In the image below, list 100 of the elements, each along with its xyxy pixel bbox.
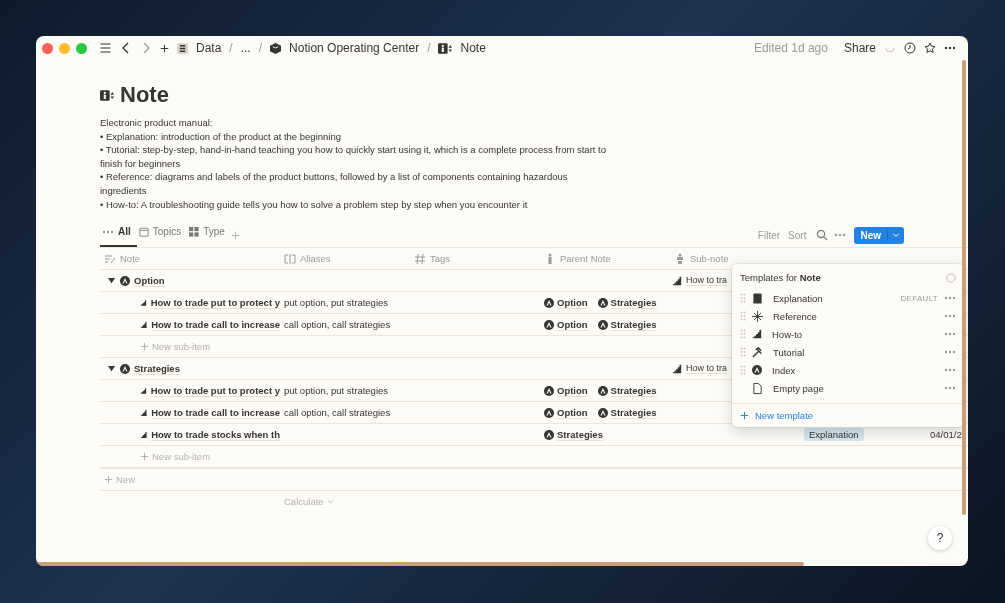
description-line: Electronic product manual: [100, 116, 214, 130]
parent-link[interactable]: Option [557, 406, 588, 419]
parent-link[interactable]: Strategies [610, 384, 657, 397]
page-title: Note [120, 82, 169, 108]
add-icon [160, 43, 169, 53]
template-item[interactable]: Reference [732, 307, 964, 325]
calendar-icon [138, 226, 149, 237]
stairs-icon [752, 329, 762, 339]
search-icon [816, 229, 829, 242]
hash-icon [414, 252, 426, 265]
parent-link[interactable]: Strategies [610, 296, 657, 309]
minimize-button[interactable] [59, 42, 70, 54]
aliases-cell: put option, put strategies [284, 297, 389, 309]
index-icon [544, 319, 554, 330]
more-icon [944, 350, 956, 354]
stairs-icon [140, 407, 148, 418]
note-title[interactable]: How to trade call to increase [151, 318, 280, 331]
note-title[interactable]: How to trade put to protect y [150, 296, 280, 309]
index-icon [120, 275, 130, 286]
edited-time: Edited 1d ago [753, 41, 828, 55]
new-template-button[interactable]: New template [740, 410, 814, 421]
plus-icon [140, 452, 149, 462]
chevron-down-icon [326, 498, 334, 506]
parent-link[interactable]: Option [557, 318, 588, 331]
date-cell: 04/01/2 [930, 429, 962, 441]
stairs-icon [140, 297, 147, 308]
index-icon [544, 429, 554, 440]
template-item[interactable]: Tutorial [732, 343, 964, 361]
index-icon [597, 297, 608, 308]
breadcrumb-item[interactable]: Note [460, 41, 486, 55]
breadcrumb-separator: / [258, 41, 263, 55]
sub-note-link[interactable]: How to tra [686, 275, 727, 287]
more-icon [944, 386, 956, 390]
index-icon [752, 365, 762, 375]
template-item[interactable]: Explanation DEFAULT [732, 289, 964, 307]
aliases-cell: call option, call strategies [284, 407, 391, 419]
note-title[interactable]: How to trade call to increase [151, 406, 280, 419]
stairs-icon [140, 429, 148, 440]
parent-link[interactable]: Strategies [557, 428, 603, 441]
parent-link[interactable]: Option [557, 296, 588, 309]
description-line: • Tutorial: step-by-step, hand-in-hand teaching you how to quickly start using it, which is a complete process from start to finish for beginners [100, 143, 607, 171]
chevron-down-icon [892, 231, 900, 240]
alias-icon [284, 252, 296, 265]
more-icon [944, 368, 956, 372]
note-title[interactable]: How to trade put to protect y [150, 384, 280, 397]
asterisk-icon [752, 310, 763, 322]
breadcrumb-item[interactable]: ... [240, 41, 251, 55]
group-title[interactable]: Strategies [134, 362, 180, 375]
description-line: • Reference: diagrams and labels of the product buttons, followed by a list of components containing hazardous ingredients [100, 170, 569, 198]
stairs-icon [672, 363, 682, 374]
toggle-button[interactable] [106, 363, 116, 374]
parent-link[interactable]: Option [557, 384, 588, 397]
index-icon [597, 319, 608, 330]
help-button[interactable]: ? [928, 526, 952, 550]
index-icon [597, 385, 608, 396]
template-item[interactable]: Index [732, 361, 964, 379]
star-icon [924, 42, 936, 54]
plus-icon [104, 475, 113, 485]
cube-icon [270, 42, 282, 54]
index-icon [597, 407, 608, 418]
parent-link[interactable]: Strategies [610, 318, 657, 331]
breadcrumb-item[interactable]: Data [196, 41, 222, 55]
breadcrumb-separator: / [427, 41, 431, 55]
toggle-button[interactable] [106, 275, 116, 286]
help-icon [946, 272, 956, 283]
breadcrumb-item[interactable]: Notion Operating Center [289, 41, 420, 55]
share-button[interactable]: Share [843, 41, 876, 55]
add-view-icon [230, 230, 240, 240]
note-icon [100, 89, 114, 101]
stairs-icon [140, 319, 148, 330]
description-line: • How-to: A troubleshooting guide tells you how to solve a problem step by step when you encounter it [100, 197, 529, 212]
sub-note-link[interactable]: How to tra [686, 363, 727, 375]
plus-icon [740, 411, 749, 420]
aliases-cell: put option, put strategies [284, 385, 389, 397]
template-item[interactable]: How-to [732, 325, 964, 343]
menu-title: Templates for Note [740, 272, 821, 283]
group-title[interactable]: Option [134, 274, 165, 287]
stairs-icon [672, 275, 682, 286]
new-button[interactable]: New [854, 229, 888, 241]
list-icon [177, 42, 188, 54]
view-tab[interactable]: All [100, 223, 137, 248]
zoom-button[interactable] [76, 42, 87, 54]
close-button[interactable] [42, 42, 53, 54]
page-icon [752, 382, 763, 394]
index-icon [544, 407, 554, 418]
note-title[interactable]: How to trade stocks when th [151, 428, 280, 441]
view-tab[interactable]: Type [187, 223, 231, 248]
plus-icon [140, 342, 149, 352]
more-icon [944, 332, 956, 336]
type-tag: Explanation [804, 428, 864, 442]
hammer-icon [752, 346, 763, 358]
index-icon [120, 363, 130, 374]
template-item[interactable]: Empty page [732, 379, 964, 397]
clock-icon [904, 42, 916, 54]
parent-link[interactable]: Strategies [610, 406, 657, 419]
default-label: DEFAULT [900, 293, 938, 303]
book-icon [752, 292, 763, 304]
breadcrumb-separator: / [229, 41, 233, 55]
more-icon [944, 46, 956, 50]
view-tab[interactable]: Topics [136, 223, 188, 248]
